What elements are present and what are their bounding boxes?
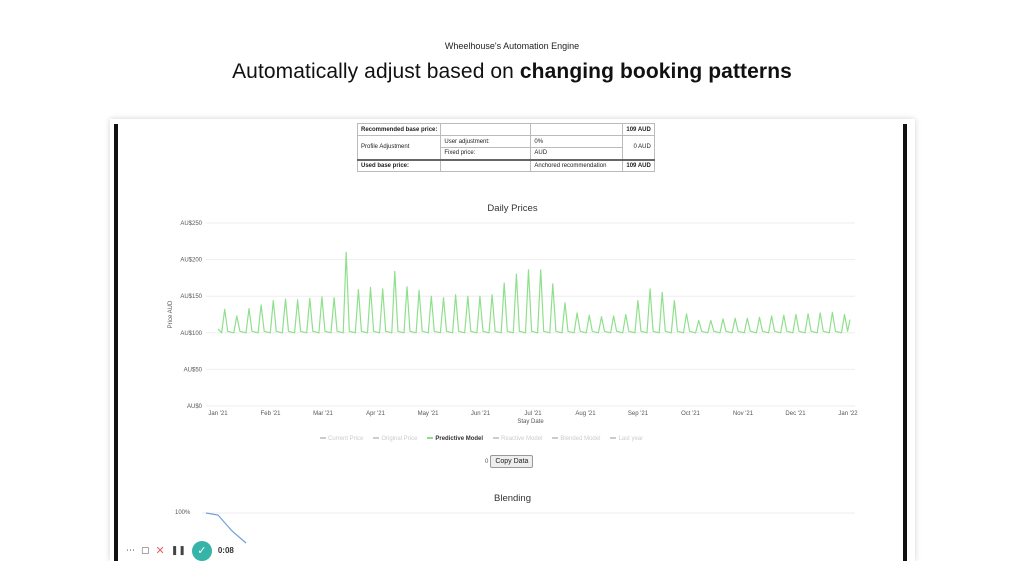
y-tick-label: AU$0 [187,404,203,410]
x-tick-label: Mar '21 [313,411,333,417]
x-tick-label: Aug '21 [575,411,596,417]
x-tick-label: Jun '21 [471,411,491,417]
chart-legend: Current Price Original Price Predictive … [320,436,643,442]
profile-total: 0 AUD [622,135,655,160]
recommended-value: 109 AUD [622,123,655,136]
pause-icon[interactable]: ❚❚ [171,545,186,556]
y-tick-label: AU$200 [180,258,202,264]
fixed-price-value: AUD [530,147,624,160]
y-tick-label: AU$150 [180,294,202,300]
legend-reactive-model[interactable]: Reactive Model [493,436,542,442]
webcam-icon[interactable]: ▢ [141,545,150,556]
x-tick-label: Sep '21 [628,411,649,417]
stop-icon[interactable]: ✕ [156,544,165,557]
x-tick-label: Jan '22 [838,411,858,417]
x-tick-label: May '21 [418,411,439,417]
legend-current-price[interactable]: Current Price [320,436,363,442]
recording-timer: 0:08 [217,546,234,555]
predictive-model-line [217,251,851,334]
daily-prices-chart: AU$0 AU$50 AU$100 AU$150 AU$200 AU$250 Jan '21… [168,221,858,425]
used-base-label: Used base price: [356,158,442,172]
y-axis-label: Price AUD [168,300,174,328]
copy-prefix: 0 [485,458,489,465]
user-adjustment-label: User adjustment: [440,135,532,148]
recommended-label: Recommended base price: [356,123,442,136]
finish-recording-icon[interactable]: ✓ [191,540,212,561]
x-tick-label: Jan '21 [208,411,228,417]
used-base-value: 109 AUD [622,158,655,172]
blending-series-line [205,512,247,544]
blending-title: Blending [494,493,531,504]
legend-predictive-model[interactable]: Predictive Model [427,436,483,442]
slide-title-prefix: Automatically adjust based on [232,60,520,83]
x-tick-label: Feb '21 [261,411,281,417]
blending-chart [202,512,855,544]
legend-last-year[interactable]: Last year [610,436,643,442]
y-tick-label: AU$100 [180,331,202,337]
slide-title-bold: changing booking patterns [519,60,792,83]
fixed-price-label: Fixed price: [440,147,532,160]
more-icon[interactable]: ⋯ [126,545,135,556]
profile-label: Profile Adjustment [356,135,442,160]
user-adjustment-value: 0% [530,135,624,148]
slide-kicker: Wheelhouse's Automation Engine [444,41,580,51]
copy-data-button[interactable]: Copy Data [490,455,534,468]
pricing-table: Recommended base price: 109 AUD Profile … [356,123,655,172]
y-tick-label: AU$50 [184,367,203,373]
used-base-note: Anchored recommendation [530,158,624,172]
copy-data-row: 0 Copy Data [485,455,534,468]
x-tick-label: Apr '21 [366,411,385,417]
slide-title: Automatically adjust based on changing b… [0,60,1024,84]
x-tick-label: Nov '21 [733,411,754,417]
x-tick-label: Oct '21 [681,411,700,417]
legend-blended-model[interactable]: Blended Model [552,436,600,442]
x-tick-label: Dec '21 [785,411,806,417]
y-tick-label: AU$250 [180,221,202,227]
x-axis-label: Stay Date [517,419,544,425]
recorder-toolbar: ⋯ ▢ ✕ ❚❚ ✓ 0:08 [118,540,263,561]
legend-original-price[interactable]: Original Price [373,436,417,442]
x-tick-label: Jul '21 [524,411,542,417]
